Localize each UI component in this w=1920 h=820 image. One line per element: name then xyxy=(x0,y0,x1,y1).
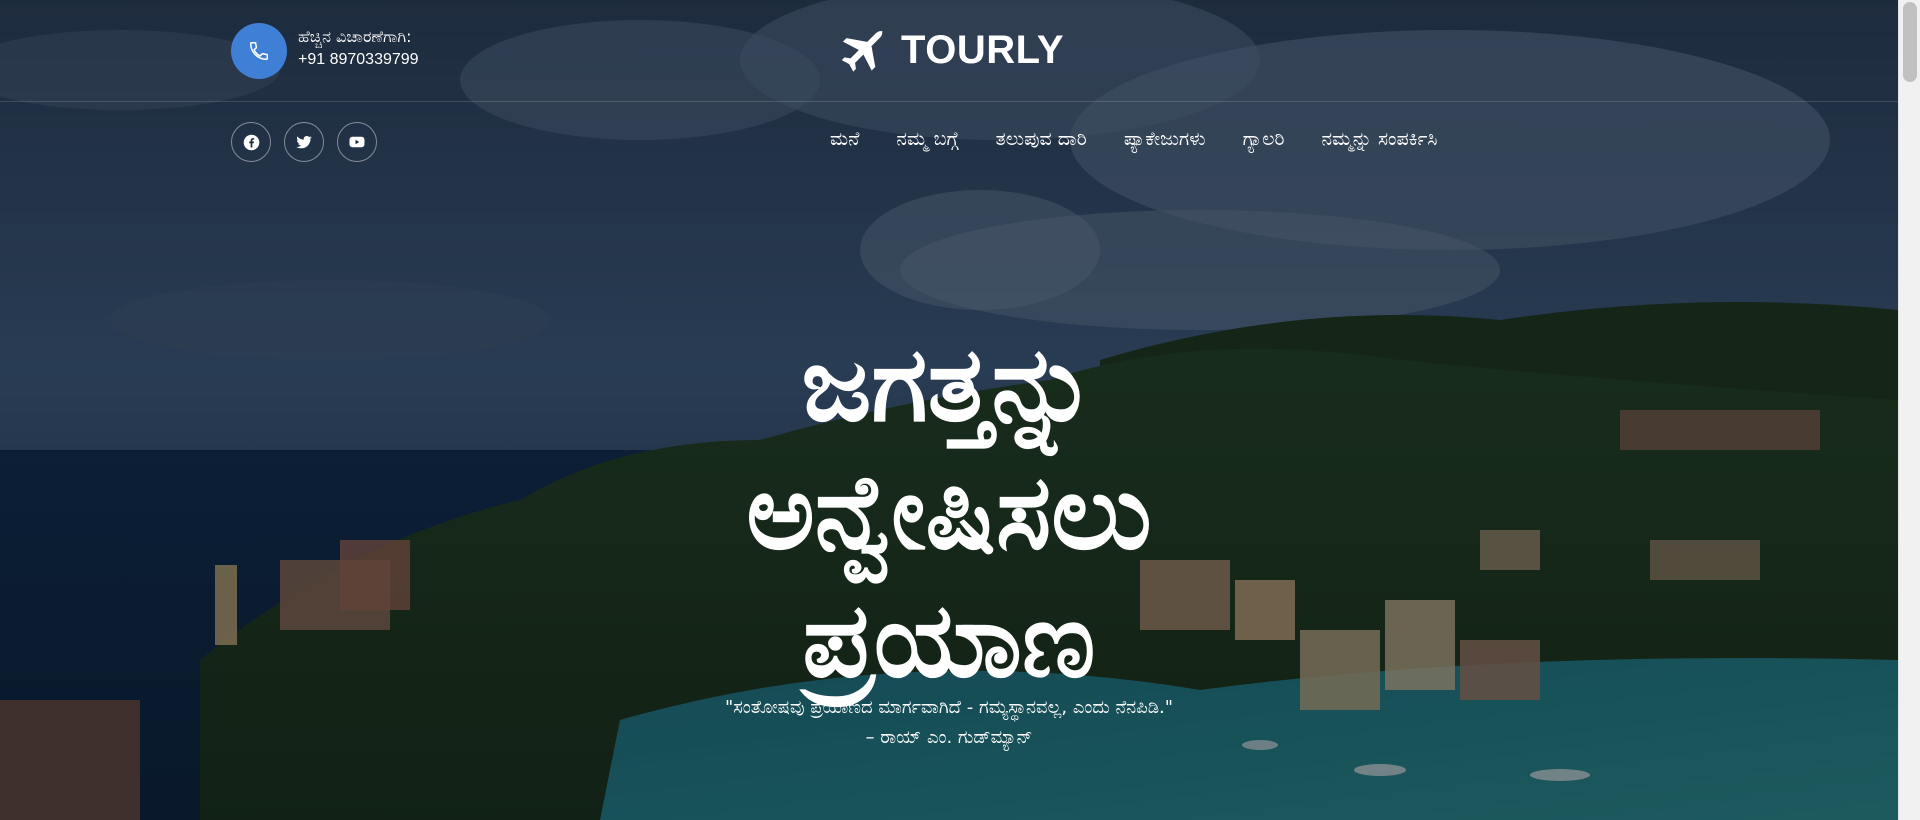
hero-headline: ಜಗತ್ತನ್ನು ಅನ್ವೇಷಿಸಲು ಪ್ರಯಾಣ xyxy=(0,320,1898,704)
phone-icon xyxy=(250,42,268,60)
phone-number-link[interactable]: +91 8970339799 xyxy=(298,51,419,69)
twitter-link[interactable] xyxy=(284,122,324,162)
hero-headline-line2: ಅನ್ವೇಷಿಸಲು xyxy=(746,451,1152,573)
nav-item-home[interactable]: ಮನೆ xyxy=(830,128,859,150)
top-bar: ಹೆಚ್ಚಿನ ವಿಚಾರಣೆಗಾಗಿ: +91 8970339799 TOUR… xyxy=(0,0,1898,102)
nav-item-about[interactable]: ನಮ್ಮ ಬಗ್ಗೆ xyxy=(896,128,958,150)
main-nav: ಮನೆ ನಮ್ಮ ಬಗ್ಗೆ ತಲುಪುವ ದಾರಿ ಪ್ಯಾಕೇಜುಗಳು ಗ… xyxy=(830,128,1437,150)
nav-item-gallery[interactable]: ಗ್ಯಾಲರಿ xyxy=(1243,128,1285,150)
logo-text: TOURLY xyxy=(901,27,1065,72)
hero-headline-line1: ಜಗತ್ತನ್ನು xyxy=(801,323,1097,445)
twitter-icon xyxy=(296,135,313,149)
youtube-icon xyxy=(349,136,365,148)
hero-headline-line3: ಪ್ರಯಾಣ xyxy=(802,579,1096,701)
logo[interactable]: TOURLY xyxy=(833,22,1064,78)
youtube-link[interactable] xyxy=(337,122,377,162)
page-scrollbar[interactable] xyxy=(1898,0,1920,820)
nav-item-contact[interactable]: ನಮ್ಮನ್ನು ಸಂಪರ್ಕಿಸಿ xyxy=(1322,128,1438,150)
facebook-icon xyxy=(243,134,259,150)
enquiry-label: ಹೆಚ್ಚಿನ ವಿಚಾರಣೆಗಾಗಿ: xyxy=(298,27,412,46)
scrollbar-thumb[interactable] xyxy=(1903,2,1917,82)
nav-item-packages[interactable]: ಪ್ಯಾಕೇಜುಗಳು xyxy=(1124,128,1206,150)
nav-item-destination[interactable]: ತಲುಪುವ ದಾರಿ xyxy=(996,128,1087,150)
facebook-link[interactable] xyxy=(231,122,271,162)
phone-button[interactable] xyxy=(231,23,287,79)
airplane-icon xyxy=(841,30,884,72)
hero-quote-author: – ರಾಯ್ ಎಂ. ಗುಡ್‌ಮ್ಯಾನ್ xyxy=(865,727,1033,748)
hero-section: ಹೆಚ್ಚಿನ ವಿಚಾರಣೆಗಾಗಿ: +91 8970339799 TOUR… xyxy=(0,0,1898,820)
hero-quote: "ಸಂತೋಷವು ಪ್ರಯಾಣದ ಮಾರ್ಗವಾಗಿದೆ - ಗಮ್ಯಸ್ಥಾನ… xyxy=(724,697,1174,718)
